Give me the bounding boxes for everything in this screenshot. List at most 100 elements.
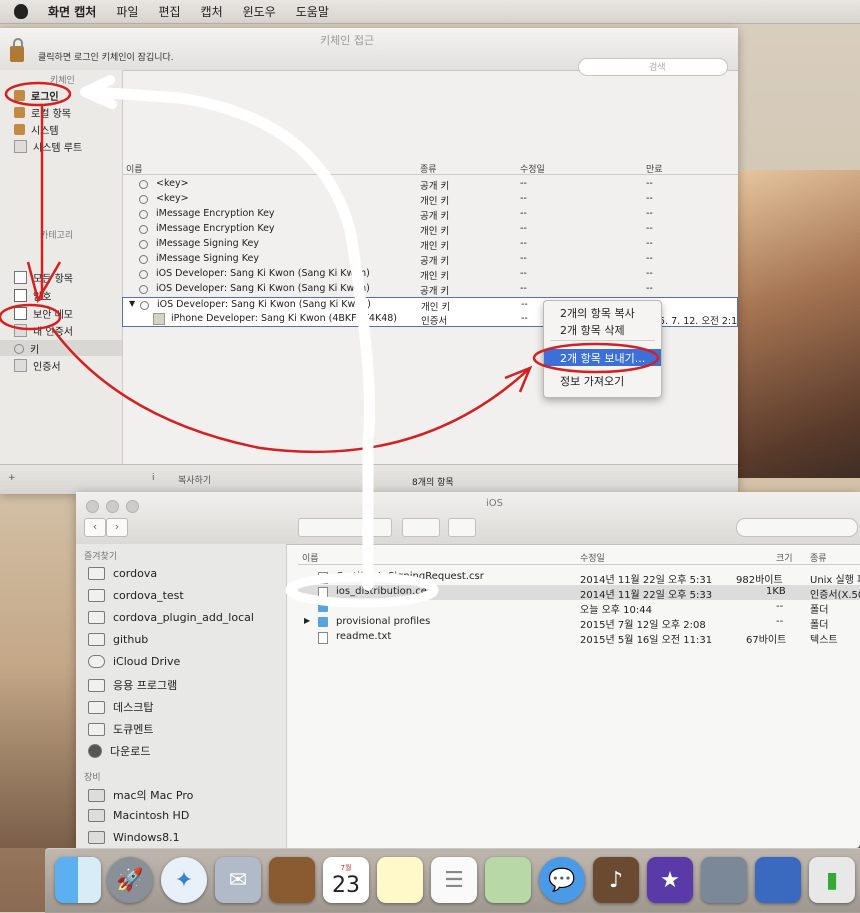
category-passwords[interactable]: 암호	[14, 288, 51, 303]
table-row[interactable]: iOS Developer: Sang Ki Kwon (Sang Ki Kwo…	[122, 267, 738, 282]
table-row[interactable]: iMessage Encryption Key 공개 키 -- --	[122, 207, 738, 222]
column-name[interactable]: 이름	[126, 162, 143, 175]
sidebar-item-github[interactable]: github	[88, 633, 148, 646]
note-icon	[14, 307, 27, 320]
category-keys[interactable]: 키	[14, 341, 39, 356]
contacts-icon[interactable]	[269, 857, 315, 903]
sidebar-item-windows[interactable]: Windows8.1	[88, 831, 180, 844]
sidebar-item-cordova-test[interactable]: cordova_test	[88, 589, 184, 602]
launchpad-icon[interactable]: 🚀	[107, 857, 153, 903]
keynote-icon[interactable]	[755, 857, 801, 903]
category-certificates[interactable]: 인증서	[14, 358, 61, 373]
apple-icon[interactable]	[14, 4, 28, 19]
file-row[interactable]: CertificateSigningRequest.csr 2014년 11월 2…	[298, 570, 860, 586]
minimize-button[interactable]	[106, 500, 119, 513]
menu-help[interactable]: 도움말	[296, 3, 329, 20]
finder-titlebar: iOS ‹ ›	[76, 492, 860, 545]
key-icon	[139, 285, 148, 294]
sidebar-item-cordova[interactable]: cordova	[88, 567, 157, 580]
disclosure-triangle-icon[interactable]: ▶	[304, 616, 310, 625]
column-date[interactable]: 수정일	[580, 551, 605, 564]
notes-icon[interactable]	[377, 857, 423, 903]
file-row[interactable]: ios_distribution.cer 2014년 11월 22일 오후 5:3…	[298, 585, 860, 601]
numbers-icon[interactable]: ▮	[809, 857, 855, 903]
menu-edit[interactable]: 편집	[158, 3, 180, 20]
category-all-items[interactable]: 모든 항목	[14, 270, 73, 285]
calendar-icon[interactable]: 7월 23	[323, 857, 369, 903]
file-row[interactable]: ▶ provisional profiles 2015년 7월 12일 오후 2:0…	[298, 615, 860, 631]
sidebar-item-desktop[interactable]: 데스크탑	[88, 699, 153, 715]
category-secure-notes[interactable]: 보안 메모	[14, 306, 73, 321]
search-field[interactable]	[736, 518, 858, 537]
sidebar-item-system-roots[interactable]: 시스템 루트	[14, 139, 82, 154]
key-icon	[139, 255, 148, 264]
table-row[interactable]: iMessage Encryption Key 개인 키 -- --	[122, 222, 738, 237]
view-mode-buttons[interactable]	[298, 518, 392, 537]
sidebar-item-documents[interactable]: 도큐멘트	[88, 721, 153, 737]
menu-item-copy[interactable]: 2개의 항목 복사	[560, 305, 635, 321]
arrange-button[interactable]	[402, 518, 440, 537]
column-expires[interactable]: 만료	[646, 162, 663, 175]
certificate-icon	[153, 313, 165, 325]
close-button[interactable]	[86, 500, 99, 513]
sidebar-item-login[interactable]: 로그인	[14, 88, 59, 103]
menu-window[interactable]: 윈도우	[243, 3, 276, 20]
file-row[interactable]: 오늘 오후 10:44 -- 폴더	[298, 600, 860, 616]
category-my-certificates[interactable]: 내 인증서	[14, 323, 73, 338]
table-row[interactable]: iOS Developer: Sang Ki Kwon (Sang Ki Kwo…	[122, 282, 738, 297]
menu-file[interactable]: 파일	[116, 3, 138, 20]
mail-icon[interactable]: ✉	[215, 857, 261, 903]
hard-drive-icon	[88, 809, 105, 822]
finder-icon[interactable]	[55, 857, 101, 903]
keychain-footer: + i 복사하기 8개의 항목	[0, 464, 738, 494]
table-row[interactable]: <key> 개인 키 -- --	[122, 192, 738, 207]
menu-app[interactable]: 화면 캡처	[48, 3, 96, 20]
photo-booth-icon[interactable]	[701, 857, 747, 903]
sidebar-item-downloads[interactable]: 다운로드	[88, 743, 150, 759]
disclosure-triangle-icon[interactable]: ▼	[129, 299, 135, 308]
devices-header: 장비	[84, 773, 101, 783]
lock-icon[interactable]	[10, 38, 24, 62]
column-kind[interactable]: 종류	[420, 162, 437, 175]
folder-icon	[88, 633, 105, 646]
table-row[interactable]: iMessage Signing Key 개인 키 -- --	[122, 237, 738, 252]
column-modified[interactable]: 수정일	[520, 162, 545, 175]
menu-item-get-info[interactable]: 정보 가져오기	[560, 373, 624, 389]
messages-icon[interactable]: 💬	[539, 857, 585, 903]
maps-icon[interactable]	[485, 857, 531, 903]
add-button[interactable]: +	[8, 473, 16, 483]
key-icon	[139, 225, 148, 234]
sidebar-item-mac-pro[interactable]: mac의 Mac Pro	[88, 787, 193, 803]
garageband-icon[interactable]: ♪	[593, 857, 639, 903]
sidebar-item-applications[interactable]: 응용 프로그램	[88, 677, 177, 693]
sidebar-item-local[interactable]: 로컬 항목	[14, 105, 71, 120]
sidebar-item-macintosh-hd[interactable]: Macintosh HD	[88, 809, 189, 822]
file-row[interactable]: readme.txt 2015년 5월 16일 오전 11:31 67바이트 텍스트	[298, 630, 860, 646]
column-name[interactable]: 이름	[302, 551, 319, 564]
reminders-icon[interactable]: ☰	[431, 857, 477, 903]
search-input[interactable]: 검색	[578, 58, 728, 76]
table-row[interactable]: <key> 공개 키 -- --	[122, 177, 738, 192]
column-kind[interactable]: 종류	[810, 551, 827, 564]
column-size[interactable]: 크기	[776, 551, 793, 564]
forward-button[interactable]: ›	[106, 518, 128, 537]
menu-item-delete[interactable]: 2개 항목 삭제	[560, 322, 625, 338]
sidebar-item-system[interactable]: 시스템	[14, 122, 59, 137]
sidebar-item-cordova-plugin[interactable]: cordova_plugin_add_local	[88, 611, 254, 624]
dock: 🚀 ✦ ✉ 7월 23 ☰ 💬 ♪ ★ ▮	[45, 848, 860, 913]
menu-item-export[interactable]: 2개 항목 보내기...	[560, 350, 645, 366]
action-button[interactable]	[448, 518, 476, 537]
folder-icon	[318, 602, 328, 612]
copy-button[interactable]: 복사하기	[178, 473, 211, 486]
safari-icon[interactable]: ✦	[161, 857, 207, 903]
lock-icon	[14, 107, 25, 118]
table-row[interactable]: iMessage Signing Key 공개 키 -- --	[122, 252, 738, 267]
imovie-icon[interactable]: ★	[647, 857, 693, 903]
info-button[interactable]: i	[152, 473, 155, 483]
zoom-button[interactable]	[126, 500, 139, 513]
menu-capture[interactable]: 캡처	[201, 3, 223, 20]
back-button[interactable]: ‹	[84, 518, 106, 537]
sidebar-item-icloud[interactable]: iCloud Drive	[88, 655, 180, 668]
keychains-header: 키체인	[50, 76, 75, 86]
key-icon	[139, 180, 148, 189]
